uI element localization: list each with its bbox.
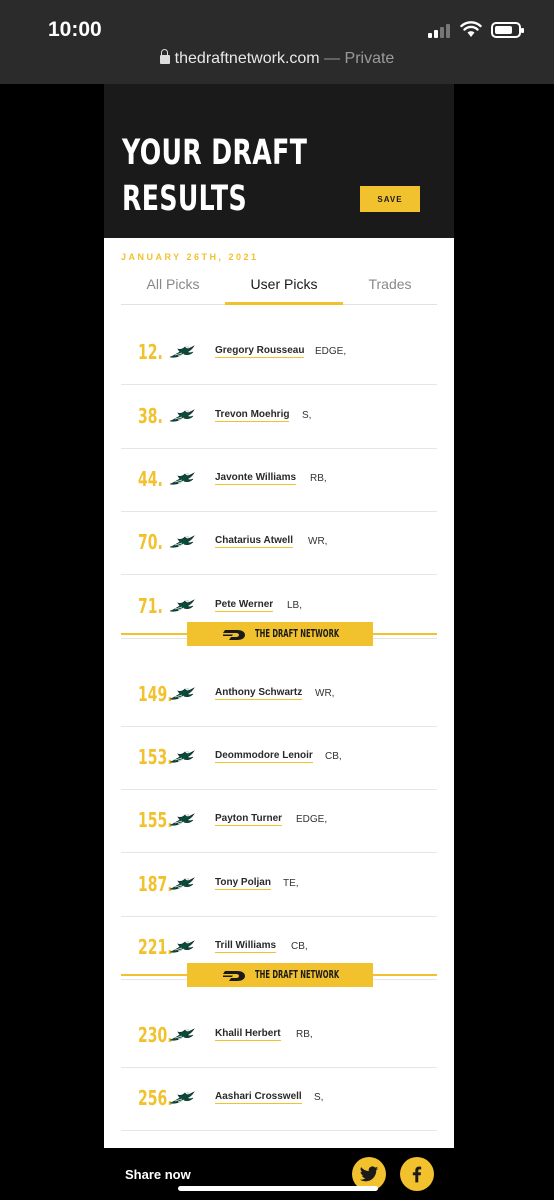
eagles-logo-icon	[169, 345, 195, 359]
player-position: RB,	[296, 1029, 313, 1040]
player-position: LB,	[287, 600, 303, 611]
lock-icon	[159, 49, 170, 64]
player-name-link[interactable]: Payton Turner	[215, 813, 283, 826]
save-button[interactable]: SAVE	[360, 186, 420, 212]
eagles-logo-icon	[169, 409, 195, 423]
pick-row[interactable]: 256. Aashari Crosswell S,	[121, 1068, 437, 1131]
player-position: EDGE,	[296, 814, 328, 825]
player-position: S,	[302, 410, 312, 421]
picks-tabs: All Picks User Picks Trades	[121, 272, 437, 305]
page-header: YOUR DRAFT RESULTS SAVE	[104, 84, 454, 238]
eagles-logo-icon	[169, 1028, 195, 1042]
player-position: RB,	[310, 473, 327, 484]
pick-row[interactable]: 149. Anthony Schwartz WR,	[121, 664, 437, 727]
pick-row[interactable]: 44. Javonte Williams RB,	[121, 449, 437, 512]
pick-row[interactable]: 230. Khalil Herbert RB,	[121, 1005, 437, 1068]
cellular-signal-icon	[428, 24, 452, 38]
share-bar: Share now	[0, 1148, 554, 1200]
player-name-link[interactable]: Anthony Schwartz	[215, 687, 303, 700]
page-title-line2: RESULTS	[122, 179, 247, 219]
eagles-logo-icon	[169, 687, 195, 701]
pick-number: 38.	[138, 404, 163, 428]
player-name-link[interactable]: Aashari Crosswell	[215, 1091, 302, 1104]
draft-network-divider: THE DRAFT NETWORK	[121, 963, 437, 987]
draft-network-divider: THE DRAFT NETWORK	[121, 622, 437, 646]
draft-network-badge: THE DRAFT NETWORK	[187, 622, 373, 646]
pick-number: 187.	[138, 872, 173, 896]
eagles-logo-icon	[169, 750, 195, 764]
eagles-logo-icon	[169, 472, 195, 486]
player-position: CB,	[291, 941, 308, 952]
pick-number: 71.	[138, 594, 163, 618]
eagles-logo-icon	[169, 1091, 195, 1105]
tab-all-picks[interactable]: All Picks	[121, 276, 225, 305]
pick-row[interactable]: 38. Trevon Moehrig S,	[121, 386, 437, 449]
draft-results-page: YOUR DRAFT RESULTS SAVE JANUARY 26TH, 20…	[104, 84, 454, 1148]
draft-network-badge: THE DRAFT NETWORK	[187, 963, 373, 987]
player-position: CB,	[325, 751, 342, 762]
url-private-label: — Private	[324, 50, 395, 67]
player-name-link[interactable]: Gregory Rousseau	[215, 345, 305, 358]
eagles-logo-icon	[169, 813, 195, 827]
tab-user-picks[interactable]: User Picks	[225, 276, 343, 305]
pick-number: 70.	[138, 530, 163, 554]
browser-url-bar[interactable]: thedraftnetwork.com — Private	[0, 49, 554, 68]
pick-row[interactable]: 187. Tony Poljan TE,	[121, 854, 437, 917]
tab-trades[interactable]: Trades	[343, 276, 437, 305]
player-name-link[interactable]: Chatarius Atwell	[215, 535, 293, 548]
player-name-link[interactable]: Javonte Williams	[215, 472, 297, 485]
share-label: Share now	[125, 1167, 191, 1182]
player-position: WR,	[315, 688, 335, 699]
facebook-icon	[412, 1166, 422, 1183]
pick-number: 12.	[138, 340, 163, 364]
pick-number: 155.	[138, 808, 173, 832]
battery-icon	[491, 22, 524, 38]
facebook-share-button[interactable]	[400, 1157, 434, 1191]
player-position: TE,	[283, 878, 299, 889]
player-name-link[interactable]: Khalil Herbert	[215, 1028, 281, 1041]
player-position: EDGE,	[315, 346, 347, 357]
pick-number: 149.	[138, 682, 173, 706]
player-name-link[interactable]: Deommodore Lenoir	[215, 750, 313, 763]
pick-number: 230.	[138, 1023, 173, 1047]
player-name-link[interactable]: Pete Werner	[215, 599, 274, 612]
eagles-logo-icon	[169, 535, 195, 549]
eagles-logo-icon	[169, 940, 195, 954]
pick-row[interactable]: 70. Chatarius Atwell WR,	[121, 512, 437, 575]
pick-number: 256.	[138, 1086, 173, 1110]
draft-network-badge-text: THE DRAFT NETWORK	[255, 627, 340, 640]
pick-number: 44.	[138, 467, 163, 491]
player-name-link[interactable]: Trill Williams	[215, 940, 277, 953]
player-position: WR,	[308, 536, 328, 547]
draft-network-logo-icon	[223, 969, 251, 981]
page-title: YOUR DRAFT RESULTS	[122, 130, 338, 222]
pick-row[interactable]: 153. Deommodore Lenoir CB,	[121, 727, 437, 790]
eagles-logo-icon	[169, 599, 195, 613]
pick-number: 221.	[138, 935, 173, 959]
twitter-icon	[359, 1166, 379, 1182]
status-time: 10:00	[48, 18, 102, 41]
player-name-link[interactable]: Trevon Moehrig	[215, 409, 290, 422]
page-title-line1: YOUR DRAFT	[122, 133, 308, 173]
wifi-icon	[460, 21, 482, 37]
pick-row[interactable]: 12. Gregory Rousseau EDGE,	[121, 322, 437, 385]
home-indicator	[178, 1186, 378, 1191]
url-domain: thedraftnetwork.com	[174, 50, 320, 67]
player-position: S,	[314, 1092, 324, 1103]
draft-date: JANUARY 26TH, 2021	[121, 252, 259, 262]
player-name-link[interactable]: Tony Poljan	[215, 877, 271, 890]
draft-network-logo-icon	[223, 628, 251, 640]
pick-row[interactable]: 155. Payton Turner EDGE,	[121, 790, 437, 853]
status-bar: 10:00 thedraftnetwork.com — Private	[0, 0, 554, 84]
draft-network-badge-text: THE DRAFT NETWORK	[255, 968, 340, 981]
pick-number: 153.	[138, 745, 173, 769]
eagles-logo-icon	[169, 877, 195, 891]
